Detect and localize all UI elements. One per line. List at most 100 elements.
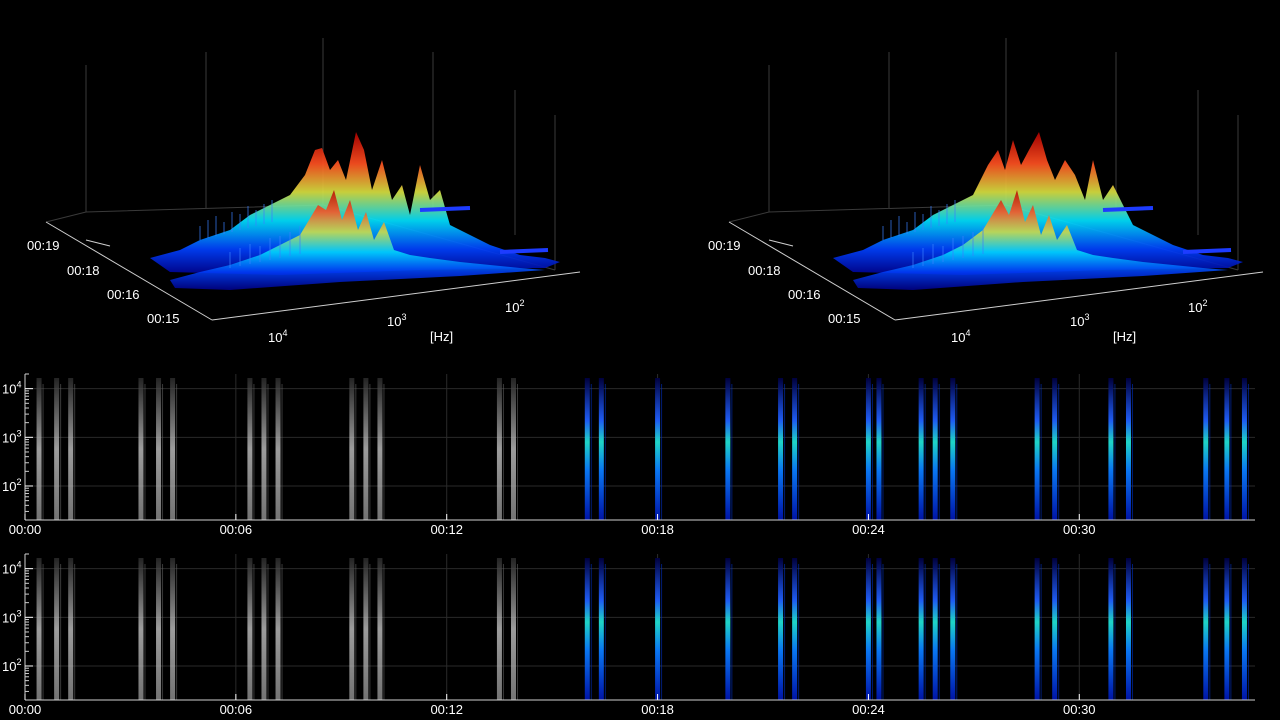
spectrogram-burst	[932, 378, 938, 520]
surface-plot-right: 00:19 00:18 00:16 00:15 104 103 102 [Hz]	[708, 38, 1264, 345]
spectrogram-burst	[950, 558, 956, 700]
spectrogram-burst	[792, 558, 798, 700]
time-tick-label: 00:19	[708, 238, 741, 253]
spectrogram-burst	[275, 378, 281, 520]
time-tick-label: 00:16	[788, 287, 821, 302]
spectrogram-burst	[170, 378, 176, 520]
spectrogram-burst	[918, 378, 924, 520]
spectrogram-burst	[138, 378, 144, 520]
spectrogram-burst	[1203, 558, 1209, 700]
spectrogram-burst	[247, 378, 253, 520]
spectrogram-burst	[584, 558, 590, 700]
spectrogram-burst	[1241, 558, 1247, 700]
x-tick-label: 00:18	[641, 522, 674, 537]
spectrogram-burst	[598, 378, 604, 520]
surface-ridges-left	[150, 132, 560, 290]
x-tick-label: 00:12	[430, 702, 463, 717]
time-tick-label: 00:18	[67, 263, 100, 278]
spectrogram-burst	[68, 378, 74, 520]
spectrogram-burst	[792, 378, 798, 520]
spectrogram-burst	[918, 558, 924, 700]
spectrogram-burst	[1034, 558, 1040, 700]
time-tick-label: 00:15	[828, 311, 861, 326]
spectrogram-burst	[778, 378, 784, 520]
spectrogram-burst	[496, 558, 502, 700]
surface-tail-right-2	[1182, 248, 1232, 254]
spectrogram-burst	[1125, 378, 1131, 520]
spectrogram-burst	[1052, 378, 1058, 520]
spectrogram-burst	[377, 558, 383, 700]
spectrogram-burst	[655, 558, 661, 700]
y-tick-label: 104	[2, 380, 21, 397]
spectrogram-burst	[865, 378, 871, 520]
spectrogram-burst	[377, 378, 383, 520]
spectrogram-burst	[865, 558, 871, 700]
spectrogram-burst	[1224, 378, 1230, 520]
y-tick-label: 102	[2, 477, 21, 494]
y-ticklabels-left: 00:19 00:18 00:16 00:15	[27, 238, 180, 326]
spectrogram-burst	[725, 558, 731, 700]
spectrogram-burst	[261, 558, 267, 700]
x-axis-label: [Hz]	[430, 329, 453, 344]
spectrogram-burst	[54, 558, 60, 700]
spectrogram-burst	[510, 378, 516, 520]
spectrogram-burst	[1224, 558, 1230, 700]
spectrogram-burst	[54, 378, 60, 520]
y-ticklabels-right: 00:19 00:18 00:16 00:15	[708, 238, 861, 326]
x-tick-label: 00:30	[1063, 522, 1096, 537]
spectrogram-burst	[876, 378, 882, 520]
surface-ridges-right	[833, 132, 1243, 290]
spectrogram-burst	[1203, 378, 1209, 520]
x-tick-label: 00:24	[852, 702, 885, 717]
spectrogram-burst	[261, 378, 267, 520]
spectrogram-burst	[510, 558, 516, 700]
spectrogram-burst	[156, 378, 162, 520]
freq-tick-label: 102	[1188, 298, 1207, 315]
y-tick-label: 103	[2, 608, 21, 625]
spectrogram-burst	[1125, 558, 1131, 700]
freq-tick-label: 103	[1070, 312, 1089, 329]
spectrogram-burst	[170, 558, 176, 700]
spectrogram-burst	[36, 378, 42, 520]
freq-tick-label: 102	[505, 298, 524, 315]
spectrogram-burst	[138, 558, 144, 700]
freq-tick-label: 103	[387, 312, 406, 329]
x-tick-label: 00:00	[9, 522, 42, 537]
time-tick-label: 00:18	[748, 263, 781, 278]
spectrogram-burst	[363, 378, 369, 520]
x-tick-label: 00:24	[852, 522, 885, 537]
surface-tail-right-1	[1102, 206, 1154, 212]
spectrogram-burst	[876, 558, 882, 700]
y-tick-label: 102	[2, 657, 21, 674]
x-tick-label: 00:00	[9, 702, 42, 717]
spectrogram-burst	[275, 558, 281, 700]
spectrogram-burst	[349, 558, 355, 700]
x-tick-label: 00:06	[220, 522, 253, 537]
spectrogram-burst	[932, 558, 938, 700]
x-ticklabels-right: 104 103 102 [Hz]	[951, 298, 1207, 345]
x-axis-label: [Hz]	[1113, 329, 1136, 344]
spectrogram-burst	[156, 558, 162, 700]
time-tick-label: 00:19	[27, 238, 60, 253]
spectrogram-burst	[1108, 558, 1114, 700]
time-tick-label: 00:16	[107, 287, 140, 302]
time-tick-label: 00:15	[147, 311, 180, 326]
spectrogram-burst	[950, 378, 956, 520]
spectrogram-burst	[36, 558, 42, 700]
surface-plot-left: 00:19 00:18 00:16 00:15 104 103 102 [Hz]	[27, 38, 581, 345]
surface-tail-left-1	[419, 206, 471, 212]
spectrogram-burst	[598, 558, 604, 700]
y-tick-label: 104	[2, 560, 21, 577]
spectrogram-burst	[778, 558, 784, 700]
spectrogram-bottom: 104 103 102 00:00 00:06 00:12 00:18 00:24 00:30	[2, 553, 1255, 717]
spectrogram-burst	[725, 378, 731, 520]
x-tick-label: 00:30	[1063, 702, 1096, 717]
surface-tail-left-2	[499, 248, 549, 254]
x-ticklabels-left: 104 103 102 [Hz]	[268, 298, 524, 345]
figure-canvas: 00:19 00:18 00:16 00:15 104 103 102 [Hz]	[2, 38, 1264, 717]
spectrogram-burst	[68, 558, 74, 700]
spectrogram-burst	[1034, 378, 1040, 520]
spectrogram-top: 104 103 102 00:00 00:06 00:12 00:18 00:24 00:30	[2, 373, 1255, 537]
spectrogram-burst	[1052, 558, 1058, 700]
spectrogram-burst	[584, 378, 590, 520]
